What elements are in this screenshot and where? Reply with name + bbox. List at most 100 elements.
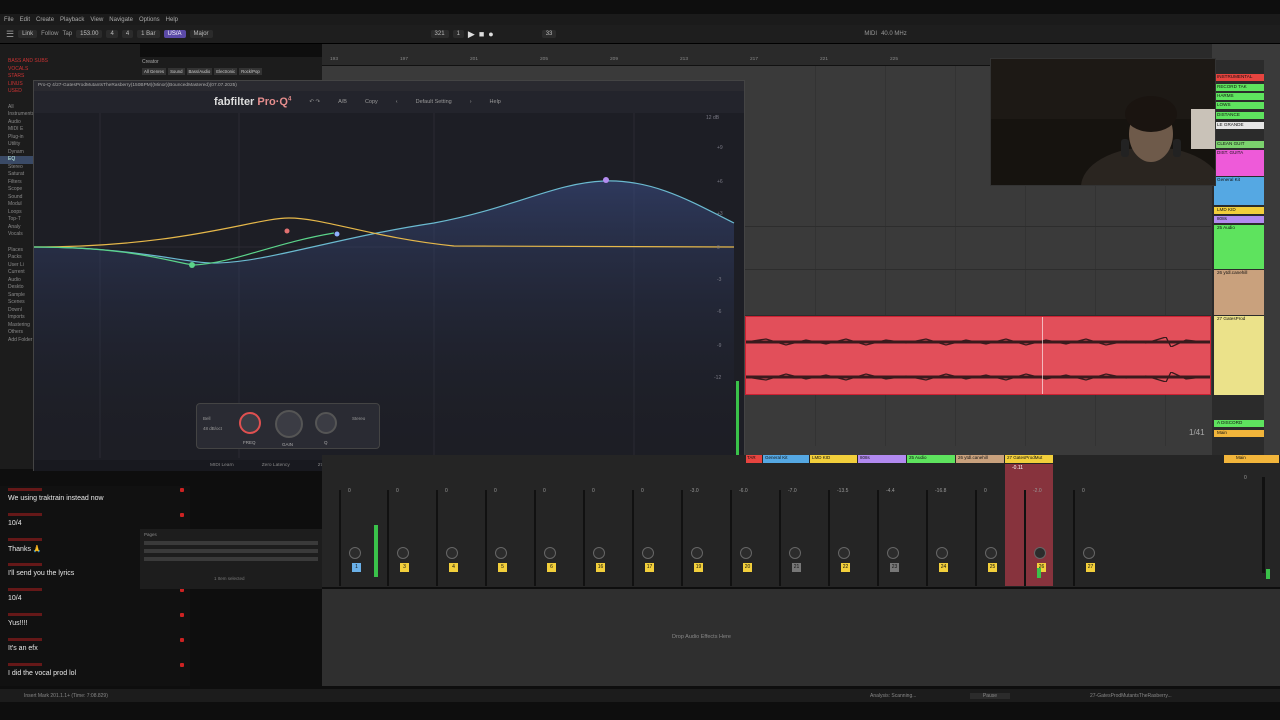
track-number[interactable]: 22 [841, 563, 850, 572]
copy-button[interactable]: Copy [365, 99, 378, 105]
undo-icon[interactable]: ↶ ↷ [309, 99, 320, 105]
link-button[interactable]: Link [18, 30, 38, 38]
pan-knob[interactable] [691, 547, 703, 559]
track-number[interactable]: 27 [1086, 563, 1095, 572]
fader[interactable] [387, 490, 389, 586]
track-header[interactable]: CLEAN GUIT [1214, 141, 1264, 148]
pan-knob[interactable] [985, 547, 997, 559]
volume-value[interactable]: 0 [494, 488, 497, 494]
track-number[interactable]: 17 [645, 563, 654, 572]
volume-value[interactable]: -7.0 [788, 488, 797, 494]
track-number[interactable]: 5 [498, 563, 507, 572]
tag-chip[interactable]: Electronic [214, 68, 238, 75]
mixer-group-header[interactable]: 26 ytdl.canehill [956, 455, 1004, 463]
menu-file[interactable]: File [4, 17, 14, 23]
track-number[interactable]: 6 [547, 563, 556, 572]
ab-button[interactable]: A/B [338, 99, 347, 105]
pan-knob[interactable] [544, 547, 556, 559]
signature-numerator[interactable]: 4 [106, 30, 118, 38]
follow-button[interactable]: Follow [41, 31, 58, 37]
volume-value[interactable]: -16.8 [935, 488, 946, 494]
menu-view[interactable]: View [90, 17, 103, 23]
creator-filter[interactable]: Creator [142, 59, 159, 65]
volume-value[interactable]: -6.0 [739, 488, 748, 494]
fader[interactable] [681, 490, 683, 586]
mixer-group-header[interactable]: TAR [746, 455, 762, 463]
position-field[interactable]: 321 [430, 30, 449, 38]
menu-options[interactable]: Options [139, 17, 160, 23]
help-button[interactable]: Help [490, 99, 501, 105]
pan-knob[interactable] [593, 547, 605, 559]
menu-navigate[interactable]: Navigate [109, 17, 133, 23]
track-number[interactable]: 24 [939, 563, 948, 572]
eq-band-node-blue[interactable] [334, 231, 340, 237]
volume-value[interactable]: 0 [1082, 488, 1085, 494]
track-number[interactable]: 4 [449, 563, 458, 572]
track-number[interactable]: 3 [400, 563, 409, 572]
play-icon[interactable]: ▶ [468, 29, 475, 40]
menu-edit[interactable]: Edit [20, 17, 30, 23]
volume-value[interactable]: 0 [592, 488, 595, 494]
eq-band-node-green[interactable] [189, 262, 195, 268]
track-header[interactable]: LMD KID [1214, 207, 1264, 214]
audio-clip[interactable] [745, 316, 1211, 395]
track-header[interactable]: 26 ytdl.canehill [1214, 270, 1264, 315]
pan-knob[interactable] [887, 547, 899, 559]
track-header[interactable]: DISTANCE [1214, 112, 1264, 119]
eq-band-node-red[interactable] [284, 228, 290, 234]
sidebar-toggle-icon[interactable]: ☰ [6, 29, 14, 40]
volume-value[interactable]: -13.5 [837, 488, 848, 494]
pan-knob[interactable] [1083, 547, 1095, 559]
main-fader[interactable] [1262, 477, 1265, 573]
pan-knob[interactable] [789, 547, 801, 559]
pan-knob[interactable] [1034, 547, 1046, 559]
freq-knob[interactable] [239, 412, 261, 434]
mixer-group-header[interactable]: General Kit [763, 455, 809, 463]
q-knob[interactable] [315, 412, 337, 434]
track-number[interactable]: 21 [792, 563, 801, 572]
menu-create[interactable]: Create [36, 17, 54, 23]
fader[interactable] [583, 490, 585, 586]
track-number[interactable]: 20 [743, 563, 752, 572]
tap-button[interactable]: Tap [62, 31, 72, 37]
midi-learn-button[interactable]: MIDI Learn [210, 463, 234, 468]
pan-knob[interactable] [936, 547, 948, 559]
mixer-group-header[interactable]: 808s [858, 455, 906, 463]
pause-button[interactable]: Pause [970, 692, 1010, 699]
band-shape-select[interactable]: Bell [203, 416, 211, 421]
track-header[interactable]: Main [1214, 430, 1264, 437]
volume-value[interactable]: 0 [348, 488, 351, 494]
track-header[interactable]: 27 GatesProd [1214, 316, 1264, 395]
track-number[interactable]: 16 [596, 563, 605, 572]
track-header[interactable]: 808s [1214, 216, 1264, 223]
position-beat-field[interactable]: 1 [452, 30, 464, 38]
eq-band-node-purple[interactable] [603, 177, 609, 183]
record-icon[interactable]: ● [488, 29, 493, 39]
mixer-group-header[interactable]: 25 Audio [907, 455, 955, 463]
pan-knob[interactable] [349, 547, 361, 559]
preset-select[interactable]: Default Setting [416, 99, 452, 105]
track-header[interactable]: INSTRUMENTAL [1214, 74, 1264, 81]
fader[interactable] [534, 490, 536, 586]
mixer-group-header[interactable]: LMD KID [810, 455, 857, 463]
fader[interactable] [339, 490, 341, 586]
track-header[interactable]: LOWS [1214, 102, 1264, 109]
track-number[interactable]: 1 [352, 563, 361, 572]
volume-value[interactable]: 0 [445, 488, 448, 494]
pan-knob[interactable] [642, 547, 654, 559]
tag-chip[interactable]: All Genres [142, 68, 167, 75]
quantize-select[interactable]: 1 Bar [137, 30, 160, 38]
prev-preset-icon[interactable]: ‹ [396, 99, 398, 105]
volume-value[interactable]: -3.0 [690, 488, 699, 494]
plugin-window-title[interactable]: Pro-Q 4/27-GatesProdMutantsTheRasberry(1… [34, 81, 744, 91]
band-slope-select[interactable]: 48 dB/oct [203, 426, 222, 431]
scale-range-label[interactable]: 12 dB [706, 115, 720, 121]
tag-chip[interactable]: Sound [168, 68, 185, 75]
pan-knob[interactable] [495, 547, 507, 559]
volume-value[interactable]: 0 [543, 488, 546, 494]
stereo-select[interactable]: Stereo [352, 416, 365, 421]
fader[interactable] [877, 490, 879, 586]
track-header[interactable]: DIST. GUITA [1214, 150, 1264, 176]
gain-knob[interactable] [275, 410, 303, 438]
next-preset-icon[interactable]: › [470, 99, 472, 105]
